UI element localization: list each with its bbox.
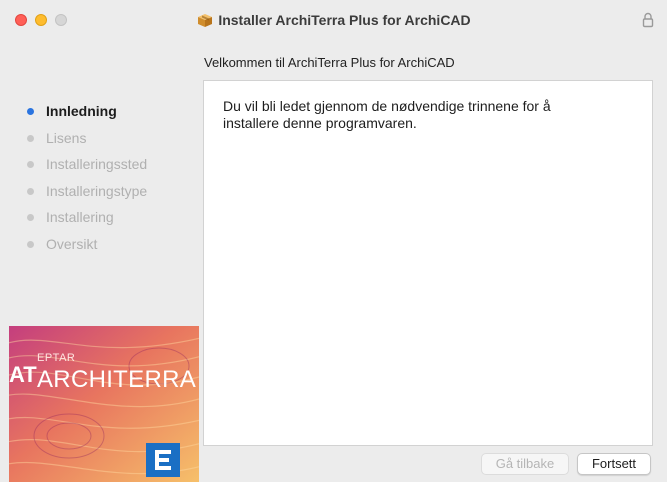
installer-window: Installer ArchiTerra Plus for ArchiCAD V… bbox=[0, 0, 667, 482]
step-label: Oversikt bbox=[46, 235, 98, 252]
title-bar: Installer ArchiTerra Plus for ArchiCAD bbox=[0, 0, 667, 40]
step-indicator bbox=[27, 187, 34, 195]
step-oversikt: Oversikt bbox=[26, 234, 147, 261]
installer-steps: Innledning Lisens Installeringssted Inst… bbox=[26, 101, 147, 261]
brand-mark: AT bbox=[9, 362, 37, 387]
step-indicator-active bbox=[27, 108, 34, 115]
step-installering: Installering bbox=[26, 207, 147, 234]
step-label: Installeringssted bbox=[46, 156, 148, 173]
step-indicator bbox=[27, 134, 34, 142]
step-innledning: Innledning bbox=[26, 101, 147, 128]
architerra-artwork: AT EPTAR ARCHITERRA bbox=[9, 326, 199, 482]
intro-text: Du vil bli ledet gjennom de nødvendige t… bbox=[223, 98, 551, 131]
brand-product: ARCHITERRA bbox=[37, 366, 197, 393]
step-label: Installeringstype bbox=[46, 182, 148, 199]
page-subtitle: Velkommen til ArchiTerra Plus for ArchiC… bbox=[204, 55, 455, 70]
window-title: Installer ArchiTerra Plus for ArchiCAD bbox=[218, 12, 471, 28]
step-lisens: Lisens bbox=[26, 128, 147, 155]
step-installeringstype: Installeringstype bbox=[26, 181, 147, 208]
content-panel: Du vil bli ledet gjennom de nødvendige t… bbox=[203, 80, 653, 446]
step-label: Lisens bbox=[46, 129, 87, 146]
back-button[interactable]: Gå tilbake bbox=[481, 453, 569, 475]
brand-company: EPTAR bbox=[37, 352, 76, 364]
lock-icon bbox=[642, 12, 654, 28]
step-indicator bbox=[27, 214, 34, 222]
brand-badge-icon bbox=[146, 443, 180, 477]
installer-box-icon bbox=[198, 14, 213, 27]
continue-button[interactable]: Fortsett bbox=[577, 453, 651, 475]
step-label: Innledning bbox=[46, 103, 117, 119]
step-label: Installering bbox=[46, 209, 114, 226]
step-indicator bbox=[27, 161, 34, 169]
step-installeringssted: Installeringssted bbox=[26, 154, 147, 181]
window-title-group: Installer ArchiTerra Plus for ArchiCAD bbox=[0, 10, 667, 30]
step-indicator bbox=[27, 240, 34, 248]
